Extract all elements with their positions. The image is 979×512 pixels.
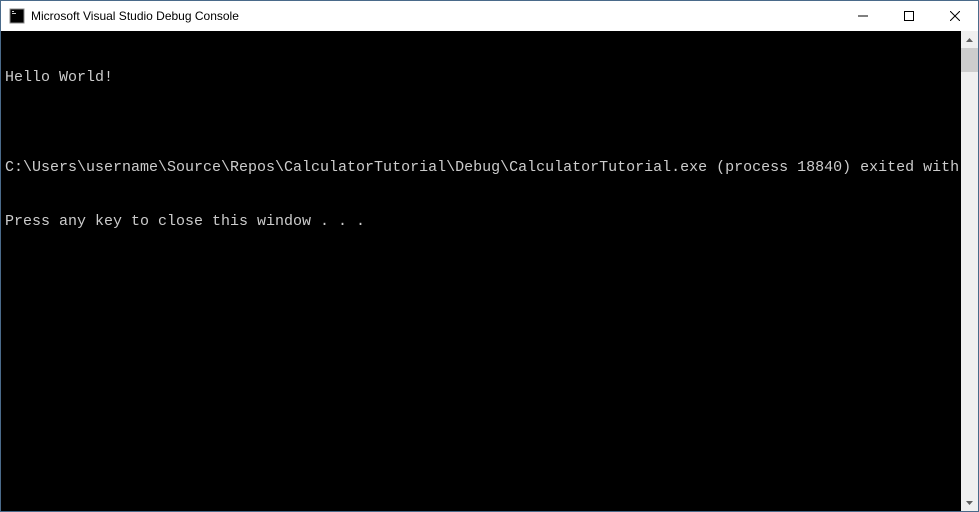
chevron-down-icon bbox=[966, 501, 973, 505]
close-button[interactable] bbox=[932, 1, 978, 31]
close-icon bbox=[950, 11, 960, 21]
scroll-thumb[interactable] bbox=[961, 48, 978, 72]
maximize-icon bbox=[904, 11, 914, 21]
maximize-button[interactable] bbox=[886, 1, 932, 31]
vertical-scrollbar[interactable] bbox=[961, 31, 978, 511]
scroll-track[interactable] bbox=[961, 48, 978, 494]
scroll-down-button[interactable] bbox=[961, 494, 978, 511]
minimize-button[interactable] bbox=[840, 1, 886, 31]
chevron-up-icon bbox=[966, 38, 973, 42]
console-line: Hello World! bbox=[5, 69, 957, 87]
window-title: Microsoft Visual Studio Debug Console bbox=[31, 9, 840, 23]
titlebar[interactable]: Microsoft Visual Studio Debug Console bbox=[1, 1, 978, 31]
window-frame: Microsoft Visual Studio Debug Console bbox=[0, 0, 979, 512]
window-controls bbox=[840, 1, 978, 31]
console-line: C:\Users\username\Source\Repos\Calculato… bbox=[5, 159, 957, 177]
scroll-up-button[interactable] bbox=[961, 31, 978, 48]
console-line: Press any key to close this window . . . bbox=[5, 213, 957, 231]
console-output[interactable]: Hello World! C:\Users\username\Source\Re… bbox=[1, 31, 961, 511]
minimize-icon bbox=[858, 11, 868, 21]
client-area: Hello World! C:\Users\username\Source\Re… bbox=[1, 31, 978, 511]
app-icon bbox=[9, 8, 25, 24]
